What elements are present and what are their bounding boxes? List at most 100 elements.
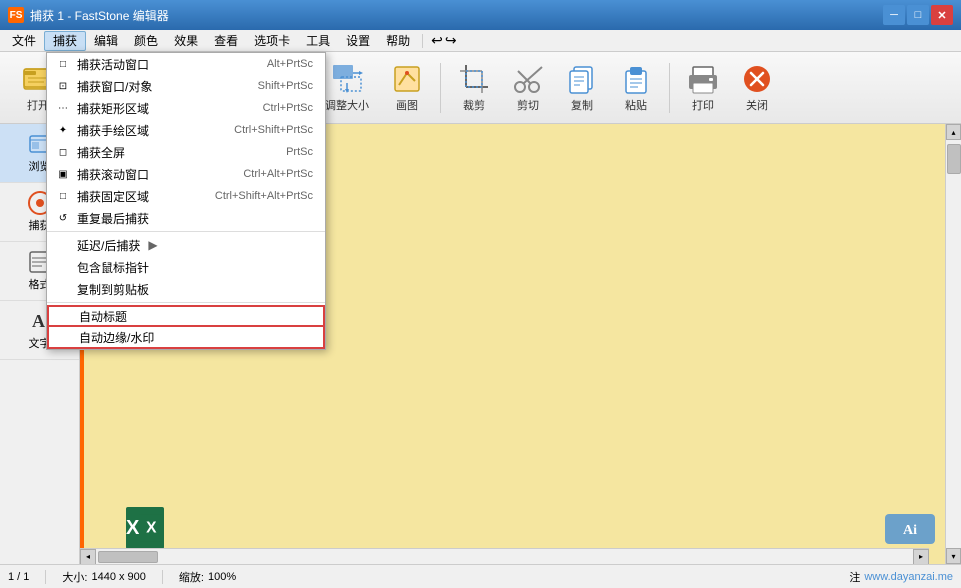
- delay-arrow: ▶: [148, 238, 157, 252]
- clipboard-label: 复制到剪贴板: [77, 281, 149, 298]
- capture-active-window[interactable]: □ 捕获活动窗口 Alt+PrtSc: [47, 53, 325, 75]
- copy-icon: [566, 63, 598, 95]
- undo-button[interactable]: ↩: [431, 32, 443, 49]
- menu-tools[interactable]: 工具: [298, 31, 338, 51]
- scroll-window-label: 捕获滚动窗口: [77, 166, 149, 183]
- rect-label: 捕获矩形区域: [77, 100, 149, 117]
- menu-separator: [422, 34, 423, 48]
- freehand-icon: ✦: [55, 125, 71, 136]
- close-doc-label: 关闭: [746, 97, 768, 113]
- close-button[interactable]: ✕: [931, 5, 953, 25]
- status-div-2: [162, 570, 163, 584]
- paste-button[interactable]: 粘贴: [611, 58, 661, 118]
- resize-label: 调整大小: [325, 97, 369, 113]
- svg-text:X: X: [146, 520, 157, 537]
- vscroll-thumb[interactable]: [947, 144, 961, 174]
- hscroll-track: [96, 549, 913, 564]
- status-note: 注: [849, 569, 860, 585]
- capture-auto-border[interactable]: 自动边缘/水印: [47, 327, 325, 349]
- capture-rect-area[interactable]: ⋯ 捕获矩形区域 Ctrl+PrtSc: [47, 97, 325, 119]
- auto-border-label: 自动边缘/水印: [79, 329, 154, 346]
- menu-edit[interactable]: 编辑: [86, 31, 126, 51]
- rect-icon: ⋯: [55, 103, 71, 114]
- menu-help[interactable]: 帮助: [378, 31, 418, 51]
- hscroll-left-button[interactable]: ◂: [80, 549, 96, 565]
- capture-auto-title[interactable]: 自动标题: [47, 305, 325, 327]
- status-right: 注 www.dayanzai.me: [849, 569, 953, 585]
- capture-fixed-area[interactable]: □ 捕获固定区域 Ctrl+Shift+Alt+PrtSc: [47, 185, 325, 207]
- paste-label: 粘贴: [625, 97, 647, 113]
- capture-fullscreen[interactable]: ◻ 捕获全屏 PrtSc: [47, 141, 325, 163]
- zoom-status: 缩放: 100%: [179, 569, 236, 585]
- cursor-label: 包含鼠标指针: [77, 259, 149, 276]
- menu-view[interactable]: 查看: [206, 31, 246, 51]
- cut-button[interactable]: 剪切: [503, 58, 553, 118]
- capture-repeat[interactable]: ↺ 重复最后捕获: [47, 207, 325, 229]
- print-button[interactable]: 打印: [678, 58, 728, 118]
- svg-text:Ai: Ai: [903, 523, 917, 538]
- zoom-value: 100%: [208, 571, 236, 583]
- freehand-label: 捕获手绘区域: [77, 122, 149, 139]
- maximize-button[interactable]: □: [907, 5, 929, 25]
- dropdown-sep-2: [47, 302, 325, 303]
- hscroll-right-button[interactable]: ▸: [913, 549, 929, 565]
- print-label: 打印: [692, 97, 714, 113]
- menu-effects[interactable]: 效果: [166, 31, 206, 51]
- vscroll-up-button[interactable]: ▴: [946, 124, 961, 140]
- capture-copy-clipboard[interactable]: 复制到剪贴板: [47, 278, 325, 300]
- close-doc-icon: [741, 63, 773, 95]
- menu-capture[interactable]: 捕获: [44, 31, 86, 51]
- crop-icon: [458, 63, 490, 95]
- title-bar: FS 捕获 1 - FastStone 编辑器 ─ □ ✕: [0, 0, 961, 30]
- status-website: www.dayanzai.me: [864, 571, 953, 583]
- close-doc-button[interactable]: 关闭: [732, 58, 782, 118]
- menu-color[interactable]: 颜色: [126, 31, 166, 51]
- fixed-area-shortcut: Ctrl+Shift+Alt+PrtSc: [215, 190, 313, 202]
- capture-delay[interactable]: 延迟/后捕获 ▶: [47, 234, 325, 256]
- fullscreen-icon: ◻: [55, 147, 71, 158]
- window-object-shortcut: Shift+PrtSc: [258, 80, 313, 92]
- capture-include-cursor[interactable]: 包含鼠标指针: [47, 256, 325, 278]
- toolbar-divider-4: [669, 63, 670, 113]
- fullscreen-label: 捕获全屏: [77, 144, 125, 161]
- hscroll-thumb[interactable]: [98, 551, 158, 563]
- cut-icon: [512, 63, 544, 95]
- size-label: 大小:: [62, 569, 87, 585]
- repeat-label: 重复最后捕获: [77, 210, 149, 227]
- vscroll-down-button[interactable]: ▾: [946, 548, 961, 564]
- status-div-1: [45, 570, 46, 584]
- menu-settings[interactable]: 设置: [338, 31, 378, 51]
- crop-button[interactable]: 裁剪: [449, 58, 499, 118]
- menu-tabs[interactable]: 选项卡: [246, 31, 298, 51]
- svg-text:A: A: [32, 311, 45, 331]
- resize-icon: [331, 63, 363, 95]
- fixed-area-label: 捕获固定区域: [77, 188, 149, 205]
- print-icon: [687, 63, 719, 95]
- fixed-area-icon: □: [55, 191, 71, 202]
- vscroll-track: [946, 140, 961, 548]
- crop-label: 裁剪: [463, 97, 485, 113]
- zoom-label: 缩放:: [179, 569, 204, 585]
- draw-button[interactable]: 画图: [382, 58, 432, 118]
- window-object-label: 捕获窗口/对象: [77, 78, 152, 95]
- copy-label: 复制: [571, 97, 593, 113]
- capture-dropdown-menu: □ 捕获活动窗口 Alt+PrtSc ⊡ 捕获窗口/对象 Shift+PrtSc…: [46, 52, 326, 350]
- menu-file[interactable]: 文件: [4, 31, 44, 51]
- delay-label: 延迟/后捕获: [77, 237, 140, 254]
- minimize-button[interactable]: ─: [883, 5, 905, 25]
- capture-freehand[interactable]: ✦ 捕获手绘区域 Ctrl+Shift+PrtSc: [47, 119, 325, 141]
- excel-icon: X: [125, 508, 165, 548]
- redo-button[interactable]: ↪: [445, 32, 457, 49]
- repeat-icon: ↺: [55, 213, 71, 224]
- auto-title-label: 自动标题: [79, 308, 127, 325]
- app-icon: FS: [8, 7, 24, 23]
- window-title: 捕获 1 - FastStone 编辑器: [30, 7, 883, 24]
- capture-window-object[interactable]: ⊡ 捕获窗口/对象 Shift+PrtSc: [47, 75, 325, 97]
- capture-scroll-window[interactable]: ▣ 捕获滚动窗口 Ctrl+Alt+PrtSc: [47, 163, 325, 185]
- scroll-window-icon: ▣: [55, 169, 71, 180]
- rect-shortcut: Ctrl+PrtSc: [263, 102, 313, 114]
- freehand-shortcut: Ctrl+Shift+PrtSc: [234, 124, 313, 136]
- copy-button[interactable]: 复制: [557, 58, 607, 118]
- active-window-icon: □: [55, 59, 71, 70]
- size-status: 大小: 1440 x 900: [62, 569, 146, 585]
